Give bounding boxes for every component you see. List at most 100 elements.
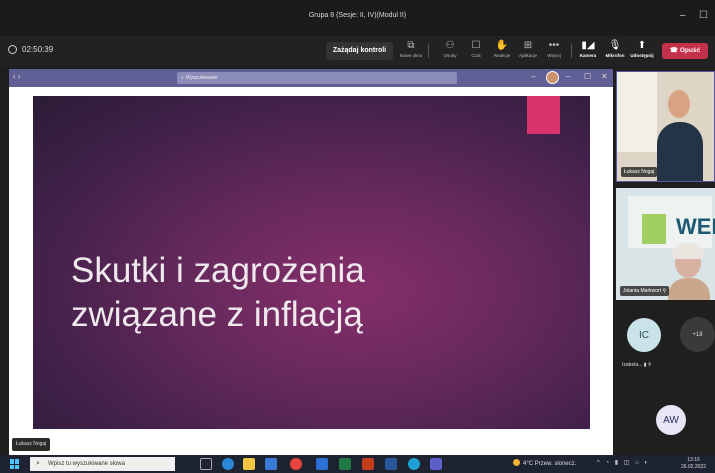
apps-label: Aplikacje: [518, 53, 537, 58]
windows-taskbar: ⌕ Wpisz tu wyszukiwane słowa 4°C Przew. …: [0, 455, 715, 473]
search-icon: ⌕: [36, 460, 40, 467]
shared-minimize-icon: –: [531, 72, 536, 81]
participant-name: Łukasz Nogaj: [621, 167, 658, 177]
leave-label: Opuść: [679, 47, 701, 54]
search-icon: ⌕: [181, 75, 184, 81]
share-icon: ⬆: [637, 40, 647, 51]
participant-hair: [672, 243, 704, 259]
browser-icon[interactable]: [408, 458, 420, 470]
avatar-initials: AW: [663, 414, 679, 426]
people-icon: ⚇: [445, 40, 455, 51]
wef-green-panel: [642, 214, 666, 244]
chat-label: Czat: [471, 53, 481, 58]
clock-icon: [8, 45, 17, 54]
chat-icon: ☐: [471, 40, 481, 51]
shared-screen: ‹ › ⌕ Wyszukiwanie – – ☐ ✕ Skutki i zagr…: [9, 69, 613, 455]
presenter-name-badge: Łukasz Nogaj: [12, 438, 51, 451]
slide-title-line-2: związane z inflacją: [71, 295, 363, 334]
windows-start-icon[interactable]: [10, 459, 20, 469]
participant-name-text: Izabela...: [622, 362, 643, 368]
avatar-initials: IC: [639, 329, 649, 341]
user-avatar: [546, 71, 559, 84]
chat-button[interactable]: ☐ Czat: [462, 39, 490, 63]
camera-label: Kamera: [579, 53, 597, 58]
slide-title: Skutki i zagrożenia związane z inflacją: [71, 249, 365, 337]
camera-off-icon: ▮◢: [581, 40, 595, 51]
weather-text: 4°C Przew. słonecz.: [523, 461, 577, 467]
teams-icon[interactable]: [430, 458, 442, 470]
share-label: Udostępnij: [630, 53, 654, 58]
title-bar: Grupa 8 (Sesje: II, IV)(Modul II) – ☐: [0, 0, 715, 36]
participant-head: [668, 90, 690, 118]
slide-accent-tab: [527, 96, 560, 134]
maximize-icon[interactable]: ☐: [699, 10, 708, 21]
new-window-icon: ⧉: [407, 40, 415, 51]
teams-meeting-window: Grupa 8 (Sesje: II, IV)(Modul II) – ☐ 02…: [0, 0, 715, 473]
chrome-icon[interactable]: [290, 458, 302, 470]
edge-icon[interactable]: [222, 458, 234, 470]
outlook-icon[interactable]: [316, 458, 328, 470]
background-window: [617, 72, 657, 152]
microphone-button[interactable]: 🎙 Mikrofon: [601, 39, 629, 63]
sun-icon: [513, 459, 520, 466]
taskbar-search-box[interactable]: ⌕ Wpisz tu wyszukiwane słowa: [30, 457, 175, 471]
timer-value: 02:50:39: [22, 45, 54, 54]
system-tray[interactable]: ^ ◔ ▮ ◫ ⌂ ◐: [597, 459, 650, 466]
weather-widget[interactable]: 4°C Przew. słonecz.: [513, 459, 576, 467]
leave-button[interactable]: ☎ Opuść: [662, 43, 708, 59]
apps-icon: ⊞: [523, 40, 533, 51]
shared-window-titlebar: ‹ › ⌕ Wyszukiwanie – – ☐ ✕: [9, 69, 613, 87]
new-window-label: Nowe okno: [399, 53, 423, 58]
wef-logo-text: WEF: [676, 214, 715, 239]
taskbar-date: 26.02.2022: [681, 464, 707, 470]
participant-video-tile[interactable]: WEF Jolanta Markwort ⚲: [616, 188, 715, 300]
more-button[interactable]: ••• Więcej: [540, 39, 568, 63]
share-button[interactable]: ⬆ Udostępnij: [628, 39, 656, 63]
excel-icon[interactable]: [339, 458, 351, 470]
participant-avatar-ic[interactable]: IC: [627, 318, 661, 352]
minimize-icon[interactable]: –: [680, 10, 686, 21]
toolbar-divider: [571, 44, 572, 58]
file-explorer-icon[interactable]: [243, 458, 255, 470]
taskbar-time: 13:16: [687, 457, 700, 463]
meeting-title: Grupa 8 (Sesje: II, IV)(Modul II): [308, 12, 407, 19]
participant-avatar-aw[interactable]: AW: [656, 405, 686, 435]
more-participants-button[interactable]: +18: [680, 317, 715, 352]
more-icon: •••: [548, 40, 560, 51]
powerpoint-icon[interactable]: [362, 458, 374, 470]
taskbar-clock[interactable]: 13:16 26.02.2022: [681, 457, 706, 471]
camera-button[interactable]: ▮◢ Kamera: [574, 39, 602, 63]
participant-body: [657, 122, 703, 181]
apps-button[interactable]: ⊞ Aplikacje: [514, 39, 542, 63]
back-forward-icon[interactable]: ‹ ›: [13, 72, 21, 81]
toolbar-divider: [428, 44, 429, 58]
participant-name: Jolanta Markwort ⚲: [620, 286, 670, 296]
reactions-label: Reakcje: [493, 53, 511, 58]
participant-video-tile[interactable]: Łukasz Nogaj: [616, 71, 715, 182]
shared-max-icon: ☐: [584, 72, 592, 81]
request-control-button[interactable]: Zażądaj kontroli: [326, 42, 393, 60]
meeting-toolbar: 02:50:39 Zażądaj kontroli ⧉ Nowe okno ⚇ …: [0, 36, 715, 66]
shared-close-icon: ✕: [601, 72, 608, 81]
shared-search-placeholder: Wyszukiwanie: [185, 75, 218, 81]
camera-off-icon: ▮: [643, 362, 647, 368]
taskbar-search-placeholder: Wpisz tu wyszukiwane słowa: [48, 461, 126, 467]
task-view-icon[interactable]: [200, 458, 212, 470]
participant-body: [668, 278, 710, 300]
microphone-label: Mikrofon: [605, 53, 625, 58]
store-icon[interactable]: [265, 458, 277, 470]
people-label: Osoby: [443, 53, 457, 58]
phone-icon: ☎: [669, 47, 679, 54]
word-icon[interactable]: [385, 458, 397, 470]
new-window-button[interactable]: ⧉ Nowe okno: [397, 39, 425, 63]
reactions-button[interactable]: ✋ Reakcje: [488, 39, 516, 63]
reactions-icon: ✋: [495, 40, 509, 51]
mic-off-icon: 🎙: [608, 40, 622, 51]
mic-off-icon: ⚲: [647, 362, 652, 368]
people-button[interactable]: ⚇ Osoby: [436, 39, 464, 63]
presentation-slide: Skutki i zagrożenia związane z inflacją: [33, 96, 590, 429]
shared-min-icon: –: [566, 72, 571, 81]
wef-banner: WEF: [628, 196, 715, 248]
more-participants-count: +18: [692, 331, 703, 338]
meeting-timer: 02:50:39: [8, 45, 53, 54]
